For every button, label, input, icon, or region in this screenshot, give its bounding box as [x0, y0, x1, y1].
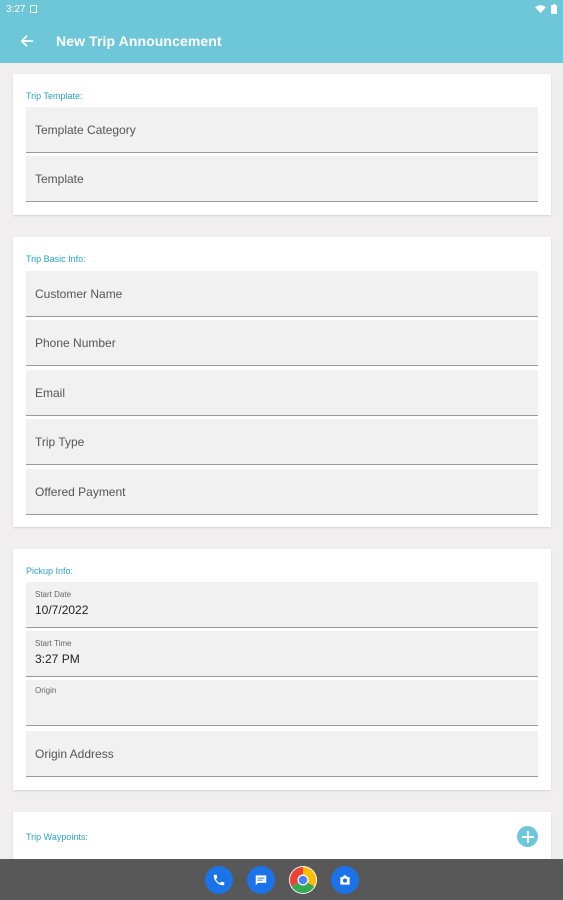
start-time-field[interactable]: Start Time 3:27 PM — [26, 631, 538, 677]
trip-template-title: Trip Template: — [26, 91, 83, 101]
trip-type-field[interactable]: Trip Type — [26, 419, 538, 465]
origin-label: Origin — [35, 686, 57, 695]
form-content[interactable]: Trip Template: Template Category Templat… — [0, 63, 563, 859]
camera-icon[interactable] — [330, 865, 359, 894]
customer-name-field[interactable]: Customer Name — [26, 271, 538, 317]
trip-waypoints-card: Trip Waypoints: — [13, 812, 551, 859]
plus-icon — [521, 830, 534, 843]
offered-payment-field[interactable]: Offered Payment — [26, 469, 538, 515]
start-time-value: 3:27 PM — [35, 652, 80, 666]
status-bar: 3:27 — [0, 0, 563, 18]
status-time: 3:27 — [6, 3, 26, 15]
pickup-info-title: Pickup Info: — [26, 566, 74, 576]
app-bar: New Trip Announcement — [0, 18, 563, 63]
phone-icon[interactable] — [204, 865, 233, 894]
chrome-icon[interactable] — [288, 865, 317, 894]
messages-icon[interactable] — [246, 865, 275, 894]
start-date-value: 10/7/2022 — [35, 603, 89, 617]
trip-basic-info-title: Trip Basic Info: — [26, 254, 86, 264]
offered-payment-placeholder: Offered Payment — [35, 484, 126, 499]
trip-waypoints-title: Trip Waypoints: — [26, 832, 88, 842]
pickup-info-card: Pickup Info: Start Date 10/7/2022 Start … — [13, 549, 551, 790]
back-arrow-icon[interactable] — [18, 32, 36, 50]
app-dock — [0, 859, 563, 900]
trip-basic-info-card: Trip Basic Info: Customer Name Phone Num… — [13, 237, 551, 527]
start-date-label: Start Date — [35, 590, 72, 599]
customer-name-placeholder: Customer Name — [35, 286, 123, 301]
origin-field[interactable]: Origin — [26, 680, 538, 726]
wifi-icon — [535, 4, 546, 13]
template-category-field[interactable]: Template Category — [26, 107, 538, 153]
add-waypoint-button[interactable] — [517, 826, 538, 847]
origin-address-field[interactable]: Origin Address — [26, 731, 538, 777]
page-title: New Trip Announcement — [56, 32, 222, 49]
trip-type-placeholder: Trip Type — [35, 434, 85, 449]
origin-address-placeholder: Origin Address — [35, 746, 114, 761]
email-field[interactable]: Email — [26, 370, 538, 416]
start-time-label: Start Time — [35, 639, 72, 648]
template-field[interactable]: Template — [26, 156, 538, 202]
trip-template-card: Trip Template: Template Category Templat… — [13, 74, 551, 215]
battery-icon — [551, 4, 557, 14]
start-date-field[interactable]: Start Date 10/7/2022 — [26, 582, 538, 628]
email-placeholder: Email — [35, 385, 66, 400]
notification-icon — [30, 5, 38, 13]
template-placeholder: Template — [35, 171, 84, 186]
phone-number-field[interactable]: Phone Number — [26, 320, 538, 366]
template-category-placeholder: Template Category — [35, 122, 136, 137]
phone-number-placeholder: Phone Number — [35, 335, 116, 350]
